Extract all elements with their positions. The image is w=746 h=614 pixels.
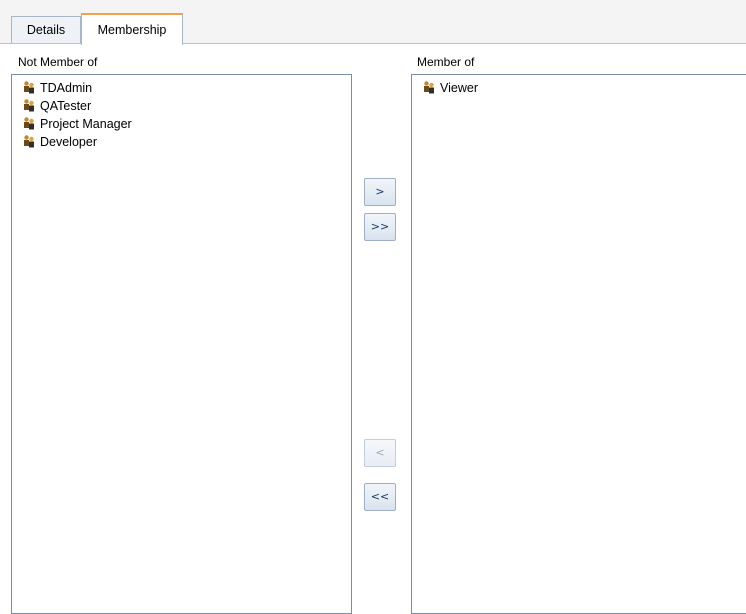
list-item-label: TDAdmin [40, 81, 93, 95]
member-caption: Member of [417, 55, 475, 69]
list-item-label: Developer [40, 135, 97, 149]
group-icon [424, 81, 434, 94]
remove-button[interactable]: < [364, 439, 396, 467]
member-list[interactable]: Viewer [411, 74, 746, 614]
add-button[interactable]: > [364, 178, 396, 206]
list-item-qatester[interactable]: QATester [22, 98, 91, 115]
group-icon [24, 135, 34, 148]
group-icon [24, 117, 34, 130]
tab-strip: Details Membership [0, 0, 746, 45]
remove-all-button[interactable]: << [364, 483, 396, 511]
list-item-label: Viewer [440, 81, 478, 95]
add-all-button[interactable]: >> [364, 213, 396, 241]
list-item-viewer[interactable]: Viewer [422, 80, 478, 97]
group-icon [24, 99, 34, 112]
list-item-tdadmin[interactable]: TDAdmin [22, 80, 92, 97]
tab-membership[interactable]: Membership [81, 13, 183, 45]
tab-details[interactable]: Details [11, 16, 81, 43]
group-icon [24, 81, 34, 94]
list-item-project-manager[interactable]: Project Manager [22, 116, 132, 133]
not-member-caption: Not Member of [18, 55, 98, 69]
not-member-list[interactable]: TDAdmin QATester Project Manager Develop… [11, 74, 352, 614]
list-item-developer[interactable]: Developer [22, 134, 97, 151]
list-item-label: Project Manager [40, 117, 132, 131]
list-item-label: QATester [40, 99, 92, 113]
